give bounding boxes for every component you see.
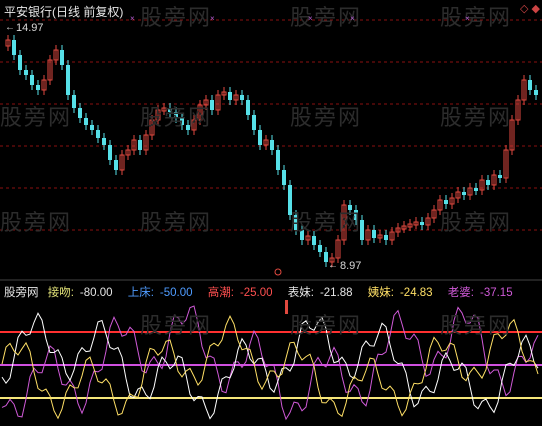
watermark: 股旁网 [440,210,513,235]
candle-body [138,140,142,150]
candle-body [240,95,244,100]
watermark: 股旁网 [290,105,363,130]
indicator-item-biaomei: 表妹: -21.88 [288,287,359,299]
candle-body [462,192,466,195]
candle-body [102,138,106,145]
watermark: 股旁网 [440,105,513,130]
candle-body [318,245,322,252]
candle-body [282,170,286,185]
indicator-item-yimei: 姨妹: -24.83 [368,287,439,299]
watermark: 股旁网 [0,105,73,130]
indicator-item-shangchuang: 上床: -50.00 [128,287,199,299]
item-label: 上床: [127,287,154,299]
candle-body [108,145,112,160]
x-marker-icon: × [465,14,470,23]
watermark: 股旁网 [0,210,73,235]
item-label: 接吻: [47,287,74,299]
watermark: 股旁网 [140,105,213,130]
item-value: -37.15 [479,287,513,299]
watermark: 股旁网 [440,5,513,30]
watermark: 股旁网 [140,210,213,235]
x-marker-icon: × [350,14,355,23]
candle-body [384,235,388,240]
candle-body [60,50,64,65]
watermark: 股旁网 [140,5,213,30]
candle-body [276,150,280,170]
candle-body [372,230,376,238]
candle-body [84,118,88,125]
item-value: -24.83 [399,287,433,299]
candle-body [78,108,82,118]
item-value: -21.88 [319,287,353,299]
candle-body [72,95,76,108]
candle-body [66,65,70,95]
candle-body [90,125,94,130]
item-value: -25.00 [239,287,273,299]
candle-body [498,175,502,178]
signal-dot [274,268,282,276]
candle-body [252,115,256,130]
item-label: 姨妹: [367,287,394,299]
candle-body [228,92,232,100]
candle-body [420,222,424,225]
candle-body [114,160,118,170]
x-marker-icon: × [308,14,313,23]
item-label: 老婆: [447,287,474,299]
x-marker-icon: × [210,14,215,23]
candle-body [30,75,34,85]
candle-body [258,130,262,145]
stock-chart-window: 股旁网 股旁网 股旁网 股旁网 股旁网 股旁网 股旁网 股旁网 股旁网 股旁网 … [0,0,542,426]
indicator-item-gaochao: 高潮: -25.00 [208,287,279,299]
candle-body [534,90,538,95]
item-label: 表妹: [287,287,314,299]
chart-title: 平安银行(日线 前复权) [4,5,124,19]
candle-body [24,70,28,75]
candle-body [312,236,316,245]
high-price-label: 14.97 [16,22,44,34]
item-value: -80.00 [79,287,113,299]
watermark: 股旁网 [440,313,513,338]
candle-body [246,100,250,115]
signal-bar [285,300,288,314]
candle-body [36,85,40,90]
candle-body [486,180,490,185]
item-label: 高潮: [207,287,234,299]
candle-body [12,40,16,55]
low-arrow-icon: ← [328,260,338,271]
indicator-legend: 股旁网 接吻: -80.00 上床: -50.00 高潮: -25.00 表妹: -21… [4,284,525,300]
indicator-name[interactable]: 股旁网 [4,287,39,299]
indicator-item-jiewen: 接吻: -80.00 [48,287,119,299]
indicator-item-laopo: 老婆: -37.15 [448,287,519,299]
watermark: 股旁网 [290,210,363,235]
item-value: -50.00 [159,287,193,299]
watermark: 股旁网 [290,313,363,338]
high-arrow-icon: ← [5,22,15,33]
candle-body [270,140,274,150]
candle-body [96,130,100,138]
candle-body [474,188,478,191]
watermark: 股旁网 [140,313,213,338]
candle-body [444,200,448,204]
candle-body [528,80,532,90]
corner-diamond-icons[interactable]: ◇ ◆ [520,2,540,15]
low-price-label: 8.97 [340,260,362,272]
x-marker-icon: × [130,14,135,23]
candle-body [18,55,22,70]
